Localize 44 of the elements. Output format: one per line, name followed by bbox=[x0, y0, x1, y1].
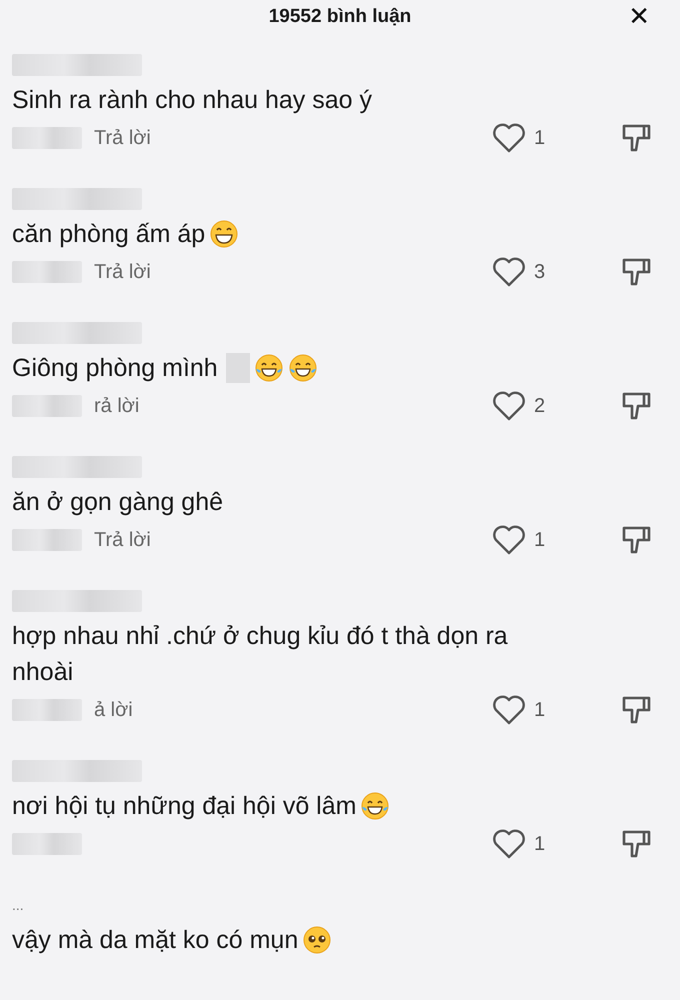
blurred-date bbox=[12, 699, 82, 721]
comment-count-title: 19552 bình luận bbox=[268, 6, 412, 28]
heart-icon[interactable] bbox=[492, 524, 526, 556]
like-count: 2 bbox=[534, 394, 546, 418]
reply-button[interactable]: Trả lời bbox=[94, 528, 151, 552]
pleading-face-icon bbox=[302, 925, 332, 955]
reply-button[interactable]: Trả lời bbox=[94, 260, 151, 284]
close-button[interactable]: ✕ bbox=[628, 2, 650, 32]
blurred-date bbox=[12, 833, 82, 855]
like-count: 1 bbox=[534, 698, 546, 722]
reply-button[interactable]: Trả lời bbox=[94, 126, 151, 150]
like-count: 3 bbox=[534, 260, 546, 284]
thumbs-down-icon[interactable] bbox=[620, 256, 652, 288]
laughing-tears-face-icon bbox=[254, 353, 284, 383]
blurred-date bbox=[12, 395, 82, 417]
comment-text: nơi hội tụ những đại hội võ lâm bbox=[12, 791, 356, 822]
comment-text: Sinh ra rành cho nhau hay sao ý bbox=[12, 85, 372, 116]
heart-icon[interactable] bbox=[492, 122, 526, 154]
heart-icon[interactable] bbox=[492, 828, 526, 860]
grinning-face-icon bbox=[209, 219, 240, 249]
heart-icon[interactable] bbox=[492, 256, 526, 288]
like-count: 1 bbox=[534, 528, 546, 552]
comment-text: Giông phòng mình bbox=[12, 353, 218, 384]
comment-text: căn phòng ấm áp bbox=[12, 219, 206, 250]
thumbs-down-icon[interactable] bbox=[620, 694, 652, 726]
reply-button[interactable]: rả lời bbox=[94, 394, 140, 418]
heart-icon[interactable] bbox=[492, 390, 526, 422]
like-count: 1 bbox=[534, 126, 546, 150]
thumbs-down-icon[interactable] bbox=[620, 390, 652, 422]
blurred-date bbox=[12, 127, 82, 149]
thumbs-down-icon[interactable] bbox=[620, 524, 652, 556]
thumbs-down-icon[interactable] bbox=[620, 122, 652, 154]
blurred-date bbox=[12, 261, 82, 283]
comment-text: hợp nhau nhỉ .chứ ở chug kỉu đó t thà dọn ra nhoài bbox=[12, 621, 509, 688]
laughing-tears-face-icon bbox=[360, 791, 390, 821]
reply-button[interactable]: ả lời bbox=[94, 698, 133, 722]
comment-text: vậy mà da mặt ko có mụn bbox=[12, 925, 298, 956]
blurred-date bbox=[12, 529, 82, 551]
like-count: 1 bbox=[534, 832, 546, 856]
comment-text: ăn ở gọn gàng ghê bbox=[12, 487, 224, 518]
laughing-tears-face-icon bbox=[288, 353, 318, 383]
thumbs-down-icon[interactable] bbox=[620, 828, 652, 860]
username-text: ... bbox=[12, 897, 24, 913]
heart-icon[interactable] bbox=[492, 694, 526, 726]
